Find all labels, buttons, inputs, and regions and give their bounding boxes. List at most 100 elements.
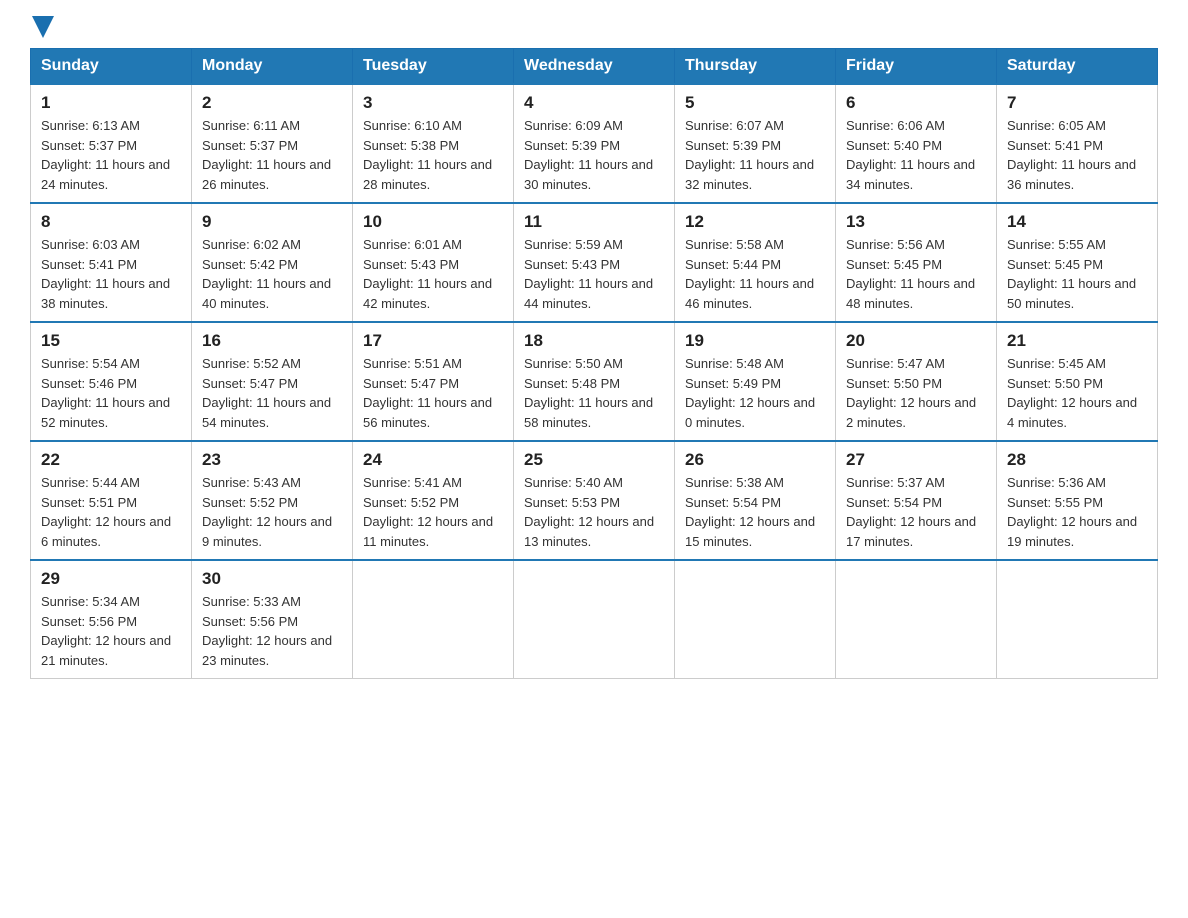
day-info: Sunrise: 5:33 AMSunset: 5:56 PMDaylight:… bbox=[202, 592, 342, 670]
day-info: Sunrise: 5:58 AMSunset: 5:44 PMDaylight:… bbox=[685, 235, 825, 313]
calendar-cell: 29 Sunrise: 5:34 AMSunset: 5:56 PMDayligh… bbox=[31, 560, 192, 679]
day-number: 10 bbox=[363, 212, 503, 232]
calendar-table: SundayMondayTuesdayWednesdayThursdayFrid… bbox=[30, 48, 1158, 679]
day-info: Sunrise: 5:37 AMSunset: 5:54 PMDaylight:… bbox=[846, 473, 986, 551]
calendar-cell: 7 Sunrise: 6:05 AMSunset: 5:41 PMDaylight… bbox=[997, 84, 1158, 203]
week-row-2: 8 Sunrise: 6:03 AMSunset: 5:41 PMDaylight… bbox=[31, 203, 1158, 322]
header-day-tuesday: Tuesday bbox=[353, 49, 514, 85]
day-info: Sunrise: 5:54 AMSunset: 5:46 PMDaylight:… bbox=[41, 354, 181, 432]
week-row-3: 15 Sunrise: 5:54 AMSunset: 5:46 PMDayligh… bbox=[31, 322, 1158, 441]
day-number: 8 bbox=[41, 212, 181, 232]
day-info: Sunrise: 6:10 AMSunset: 5:38 PMDaylight:… bbox=[363, 116, 503, 194]
calendar-cell: 18 Sunrise: 5:50 AMSunset: 5:48 PMDayligh… bbox=[514, 322, 675, 441]
day-info: Sunrise: 5:50 AMSunset: 5:48 PMDaylight:… bbox=[524, 354, 664, 432]
day-info: Sunrise: 5:47 AMSunset: 5:50 PMDaylight:… bbox=[846, 354, 986, 432]
day-number: 15 bbox=[41, 331, 181, 351]
header-row: SundayMondayTuesdayWednesdayThursdayFrid… bbox=[31, 49, 1158, 85]
day-number: 28 bbox=[1007, 450, 1147, 470]
calendar-cell: 30 Sunrise: 5:33 AMSunset: 5:56 PMDayligh… bbox=[192, 560, 353, 679]
calendar-cell: 14Sunrise: 5:55 AMSunset: 5:45 PMDayligh… bbox=[997, 203, 1158, 322]
day-number: 19 bbox=[685, 331, 825, 351]
day-number: 20 bbox=[846, 331, 986, 351]
day-number: 7 bbox=[1007, 93, 1147, 113]
day-number: 9 bbox=[202, 212, 342, 232]
header-day-monday: Monday bbox=[192, 49, 353, 85]
calendar-body: 1Sunrise: 6:13 AMSunset: 5:37 PMDaylight… bbox=[31, 84, 1158, 679]
calendar-cell: 16 Sunrise: 5:52 AMSunset: 5:47 PMDayligh… bbox=[192, 322, 353, 441]
day-number: 29 bbox=[41, 569, 181, 589]
day-number: 11 bbox=[524, 212, 664, 232]
day-number: 17 bbox=[363, 331, 503, 351]
calendar-cell: 28 Sunrise: 5:36 AMSunset: 5:55 PMDayligh… bbox=[997, 441, 1158, 560]
day-number: 24 bbox=[363, 450, 503, 470]
week-row-1: 1Sunrise: 6:13 AMSunset: 5:37 PMDaylight… bbox=[31, 84, 1158, 203]
day-info: Sunrise: 5:44 AMSunset: 5:51 PMDaylight:… bbox=[41, 473, 181, 551]
day-info: Sunrise: 5:52 AMSunset: 5:47 PMDaylight:… bbox=[202, 354, 342, 432]
header-day-sunday: Sunday bbox=[31, 49, 192, 85]
day-info: Sunrise: 6:06 AMSunset: 5:40 PMDaylight:… bbox=[846, 116, 986, 194]
logo bbox=[30, 20, 54, 38]
day-info: Sunrise: 5:34 AMSunset: 5:56 PMDaylight:… bbox=[41, 592, 181, 670]
day-info: Sunrise: 5:43 AMSunset: 5:52 PMDaylight:… bbox=[202, 473, 342, 551]
week-row-5: 29 Sunrise: 5:34 AMSunset: 5:56 PMDayligh… bbox=[31, 560, 1158, 679]
calendar-cell: 2 Sunrise: 6:11 AMSunset: 5:37 PMDaylight… bbox=[192, 84, 353, 203]
day-number: 12 bbox=[685, 212, 825, 232]
calendar-cell: 8 Sunrise: 6:03 AMSunset: 5:41 PMDaylight… bbox=[31, 203, 192, 322]
calendar-cell: 21 Sunrise: 5:45 AMSunset: 5:50 PMDayligh… bbox=[997, 322, 1158, 441]
day-number: 6 bbox=[846, 93, 986, 113]
calendar-cell: 25Sunrise: 5:40 AMSunset: 5:53 PMDayligh… bbox=[514, 441, 675, 560]
calendar-cell: 11 Sunrise: 5:59 AMSunset: 5:43 PMDayligh… bbox=[514, 203, 675, 322]
day-info: Sunrise: 6:07 AMSunset: 5:39 PMDaylight:… bbox=[685, 116, 825, 194]
calendar-header: SundayMondayTuesdayWednesdayThursdayFrid… bbox=[31, 49, 1158, 85]
header-day-wednesday: Wednesday bbox=[514, 49, 675, 85]
day-number: 13 bbox=[846, 212, 986, 232]
day-number: 26 bbox=[685, 450, 825, 470]
calendar-cell bbox=[353, 560, 514, 679]
logo-triangle-icon bbox=[32, 16, 54, 38]
day-info: Sunrise: 5:38 AMSunset: 5:54 PMDaylight:… bbox=[685, 473, 825, 551]
day-info: Sunrise: 6:13 AMSunset: 5:37 PMDaylight:… bbox=[41, 116, 181, 194]
day-info: Sunrise: 6:11 AMSunset: 5:37 PMDaylight:… bbox=[202, 116, 342, 194]
day-number: 27 bbox=[846, 450, 986, 470]
week-row-4: 22 Sunrise: 5:44 AMSunset: 5:51 PMDayligh… bbox=[31, 441, 1158, 560]
calendar-cell: 17 Sunrise: 5:51 AMSunset: 5:47 PMDayligh… bbox=[353, 322, 514, 441]
day-info: Sunrise: 6:05 AMSunset: 5:41 PMDaylight:… bbox=[1007, 116, 1147, 194]
day-number: 23 bbox=[202, 450, 342, 470]
day-number: 18 bbox=[524, 331, 664, 351]
day-number: 3 bbox=[363, 93, 503, 113]
calendar-cell bbox=[836, 560, 997, 679]
calendar-cell: 1Sunrise: 6:13 AMSunset: 5:37 PMDaylight… bbox=[31, 84, 192, 203]
page-header bbox=[30, 20, 1158, 38]
day-info: Sunrise: 5:59 AMSunset: 5:43 PMDaylight:… bbox=[524, 235, 664, 313]
calendar-cell: 27 Sunrise: 5:37 AMSunset: 5:54 PMDayligh… bbox=[836, 441, 997, 560]
day-number: 2 bbox=[202, 93, 342, 113]
day-number: 21 bbox=[1007, 331, 1147, 351]
calendar-cell: 10 Sunrise: 6:01 AMSunset: 5:43 PMDayligh… bbox=[353, 203, 514, 322]
day-number: 4 bbox=[524, 93, 664, 113]
day-info: Sunrise: 6:03 AMSunset: 5:41 PMDaylight:… bbox=[41, 235, 181, 313]
day-info: Sunrise: 5:48 AMSunset: 5:49 PMDaylight:… bbox=[685, 354, 825, 432]
day-number: 25 bbox=[524, 450, 664, 470]
day-info: Sunrise: 5:45 AMSunset: 5:50 PMDaylight:… bbox=[1007, 354, 1147, 432]
day-info: Sunrise: 5:36 AMSunset: 5:55 PMDaylight:… bbox=[1007, 473, 1147, 551]
calendar-cell: 23 Sunrise: 5:43 AMSunset: 5:52 PMDayligh… bbox=[192, 441, 353, 560]
calendar-cell bbox=[675, 560, 836, 679]
calendar-cell bbox=[514, 560, 675, 679]
calendar-cell: 3 Sunrise: 6:10 AMSunset: 5:38 PMDaylight… bbox=[353, 84, 514, 203]
calendar-cell: 26 Sunrise: 5:38 AMSunset: 5:54 PMDayligh… bbox=[675, 441, 836, 560]
day-number: 30 bbox=[202, 569, 342, 589]
day-number: 16 bbox=[202, 331, 342, 351]
calendar-cell: 12 Sunrise: 5:58 AMSunset: 5:44 PMDayligh… bbox=[675, 203, 836, 322]
day-info: Sunrise: 5:41 AMSunset: 5:52 PMDaylight:… bbox=[363, 473, 503, 551]
header-day-thursday: Thursday bbox=[675, 49, 836, 85]
day-number: 22 bbox=[41, 450, 181, 470]
calendar-cell: 5Sunrise: 6:07 AMSunset: 5:39 PMDaylight… bbox=[675, 84, 836, 203]
day-info: Sunrise: 5:51 AMSunset: 5:47 PMDaylight:… bbox=[363, 354, 503, 432]
header-day-friday: Friday bbox=[836, 49, 997, 85]
day-info: Sunrise: 6:09 AMSunset: 5:39 PMDaylight:… bbox=[524, 116, 664, 194]
calendar-cell: 4 Sunrise: 6:09 AMSunset: 5:39 PMDaylight… bbox=[514, 84, 675, 203]
day-info: Sunrise: 6:01 AMSunset: 5:43 PMDaylight:… bbox=[363, 235, 503, 313]
calendar-cell: 24 Sunrise: 5:41 AMSunset: 5:52 PMDayligh… bbox=[353, 441, 514, 560]
day-number: 14 bbox=[1007, 212, 1147, 232]
day-info: Sunrise: 6:02 AMSunset: 5:42 PMDaylight:… bbox=[202, 235, 342, 313]
